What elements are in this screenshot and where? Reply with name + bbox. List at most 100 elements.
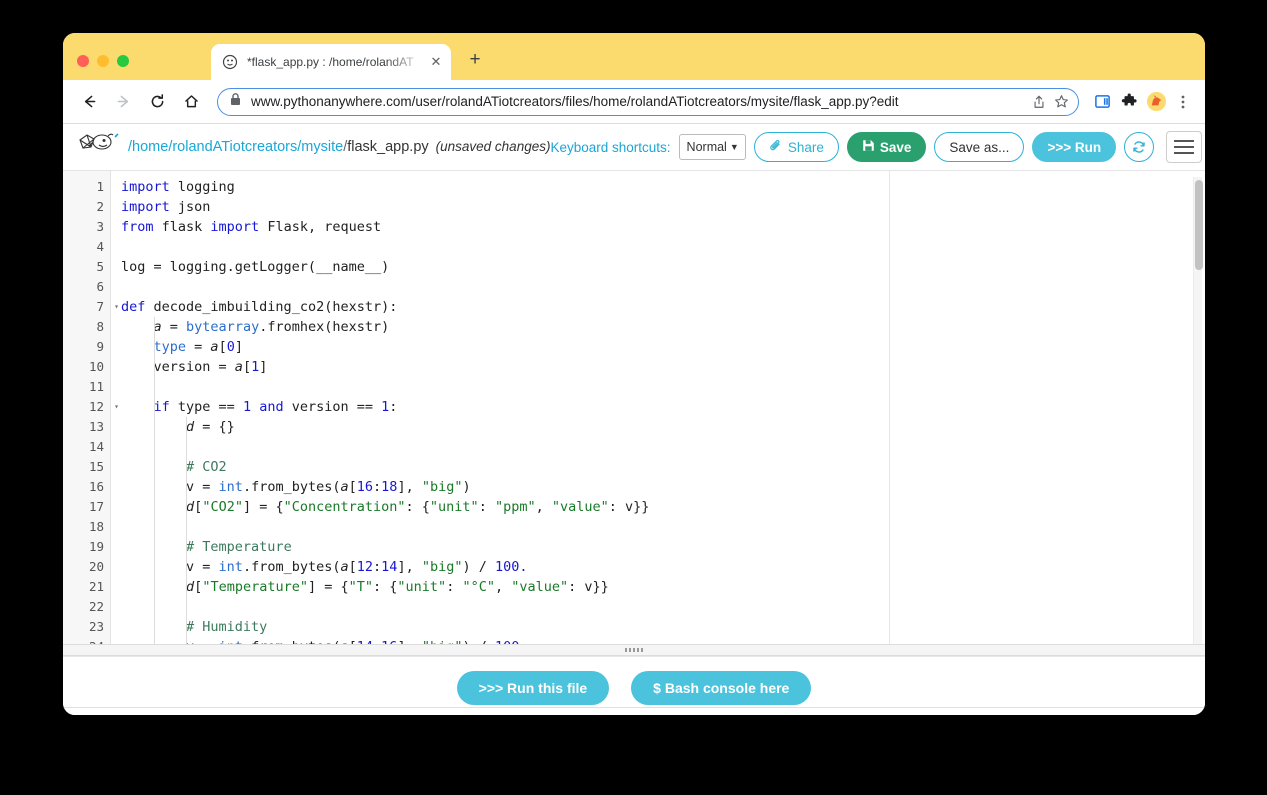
line-number: 17 bbox=[88, 499, 104, 514]
reload-icon[interactable] bbox=[143, 88, 171, 116]
forward-icon[interactable] bbox=[109, 88, 137, 116]
line-number: 8 bbox=[96, 319, 104, 334]
code-token: json bbox=[169, 199, 211, 215]
close-icon[interactable]: ✕ bbox=[427, 53, 445, 71]
address-bar[interactable]: www.pythonanywhere.com/user/rolandATiotc… bbox=[217, 87, 1079, 116]
close-window-button[interactable] bbox=[77, 55, 89, 67]
sidebar-icon[interactable] bbox=[1090, 90, 1114, 114]
code-line: type = a[0] bbox=[111, 337, 1205, 357]
star-icon[interactable] bbox=[1050, 91, 1072, 113]
line-number: 19 bbox=[88, 539, 104, 554]
code-token: "CO2" bbox=[202, 499, 243, 515]
code-token: : v}} bbox=[568, 579, 609, 595]
editor-resize-handle[interactable] bbox=[63, 644, 1205, 656]
code-line: a = bytearray.fromhex(hexstr) bbox=[111, 317, 1205, 337]
breadcrumb-user[interactable]: /rolandATiotcreators bbox=[168, 139, 297, 155]
code-token: : v}} bbox=[608, 499, 650, 515]
code-line: version = a[1] bbox=[111, 357, 1205, 377]
new-tab-button[interactable]: + bbox=[461, 46, 489, 74]
line-number: 14 bbox=[88, 439, 104, 454]
save-button[interactable]: Save bbox=[846, 132, 927, 162]
code-token: ) / bbox=[462, 559, 495, 575]
code-token: = bbox=[186, 339, 211, 355]
minimize-window-button[interactable] bbox=[97, 55, 109, 67]
browser-tab-active[interactable]: *flask_app.py : /home/rolandAT ✕ bbox=[211, 44, 451, 80]
breadcrumb-dir[interactable]: /mysite bbox=[297, 139, 343, 155]
maximize-window-button[interactable] bbox=[117, 55, 129, 67]
code-line: v = int.from_bytes(a[14:16], "big") / 10… bbox=[111, 637, 1205, 644]
save-as-button[interactable]: Save as... bbox=[934, 132, 1025, 162]
home-icon[interactable] bbox=[177, 88, 205, 116]
code-token: flask bbox=[153, 219, 211, 235]
editor-vertical-scrollbar[interactable] bbox=[1193, 177, 1203, 644]
back-icon[interactable] bbox=[75, 88, 103, 116]
code-line: d["Temperature"] = {"T": {"unit": "°C", … bbox=[111, 577, 1205, 597]
code-line: if type == 1 and version == 1: bbox=[111, 397, 1205, 417]
code-token: ] = { bbox=[242, 499, 284, 515]
code-token: type bbox=[153, 339, 187, 355]
window-bottom-edge bbox=[63, 707, 1205, 715]
code-token: [ bbox=[348, 479, 357, 495]
code-token: ] = { bbox=[307, 579, 349, 595]
code-token: version = bbox=[121, 359, 235, 375]
chevron-down-icon: ▼ bbox=[729, 142, 739, 152]
code-token: .from_bytes( bbox=[242, 559, 341, 575]
code-token: = bbox=[161, 319, 187, 335]
line-number: 18 bbox=[88, 519, 104, 534]
bash-console-button[interactable]: $ Bash console here bbox=[631, 671, 812, 705]
puzzle-icon[interactable] bbox=[1117, 90, 1141, 114]
scrollbar-thumb[interactable] bbox=[1195, 180, 1203, 270]
line-number: 11 bbox=[88, 379, 104, 394]
line-number: 23 bbox=[88, 619, 104, 634]
share-button[interactable]: Share bbox=[753, 132, 839, 162]
code-token: "value" bbox=[551, 499, 609, 515]
horse-extension-icon[interactable] bbox=[1144, 90, 1168, 114]
code-line: from flask import Flask, request bbox=[111, 217, 1205, 237]
hamburger-menu-icon[interactable] bbox=[1166, 131, 1203, 163]
line-number: 10 bbox=[88, 359, 104, 374]
refresh-icon[interactable] bbox=[1124, 132, 1155, 162]
code-token: def bbox=[121, 299, 146, 315]
run-button[interactable]: >>> Run bbox=[1032, 132, 1117, 162]
code-token: "Concentration" bbox=[283, 499, 406, 515]
code-line: import logging bbox=[111, 177, 1205, 197]
line-number: 16 bbox=[88, 479, 104, 494]
code-content[interactable]: import logging import json from flask impo… bbox=[111, 171, 1205, 644]
line-number: 21 bbox=[88, 579, 104, 594]
code-token: "value" bbox=[511, 579, 569, 595]
share-button-label: Share bbox=[787, 139, 824, 155]
code-token: 12 bbox=[356, 559, 374, 575]
code-token: 100. bbox=[494, 559, 528, 575]
code-token: d bbox=[186, 499, 195, 515]
code-line: d["CO2"] = {"Concentration": {"unit": "p… bbox=[111, 497, 1205, 517]
code-token: 0 bbox=[226, 339, 235, 355]
breadcrumb: /home/rolandATiotcreators/mysite/flask_a… bbox=[128, 139, 550, 155]
run-this-file-button[interactable]: >>> Run this file bbox=[456, 671, 610, 705]
code-token: v = bbox=[121, 559, 219, 575]
code-token: logging bbox=[169, 179, 235, 195]
kebab-menu-icon[interactable] bbox=[1171, 90, 1195, 114]
code-token: "°C" bbox=[462, 579, 495, 595]
code-token: d bbox=[186, 579, 195, 595]
keymap-select[interactable]: Normal ▼ bbox=[678, 134, 746, 160]
code-token: "big" bbox=[421, 479, 463, 495]
code-editor[interactable]: 1234567▾89101112▾13141516171819202122232… bbox=[63, 171, 1205, 644]
code-token: "T" bbox=[348, 579, 374, 595]
code-token: "Temperature" bbox=[202, 579, 308, 595]
line-number: 6 bbox=[96, 279, 104, 294]
floppy-disk-icon bbox=[862, 139, 875, 155]
code-token: "big" bbox=[421, 559, 463, 575]
code-token: : bbox=[373, 479, 382, 495]
code-token: "unit" bbox=[397, 579, 447, 595]
code-token: int bbox=[218, 479, 243, 495]
share-icon[interactable] bbox=[1028, 91, 1050, 113]
line-number: 4 bbox=[96, 239, 104, 254]
breadcrumb-home[interactable]: /home bbox=[128, 139, 168, 155]
pythonanywhere-logo[interactable] bbox=[77, 130, 121, 164]
code-line: def decode_imbuilding_co2(hexstr): bbox=[111, 297, 1205, 317]
code-token: log = logging.getLogger(__name__) bbox=[121, 259, 390, 275]
